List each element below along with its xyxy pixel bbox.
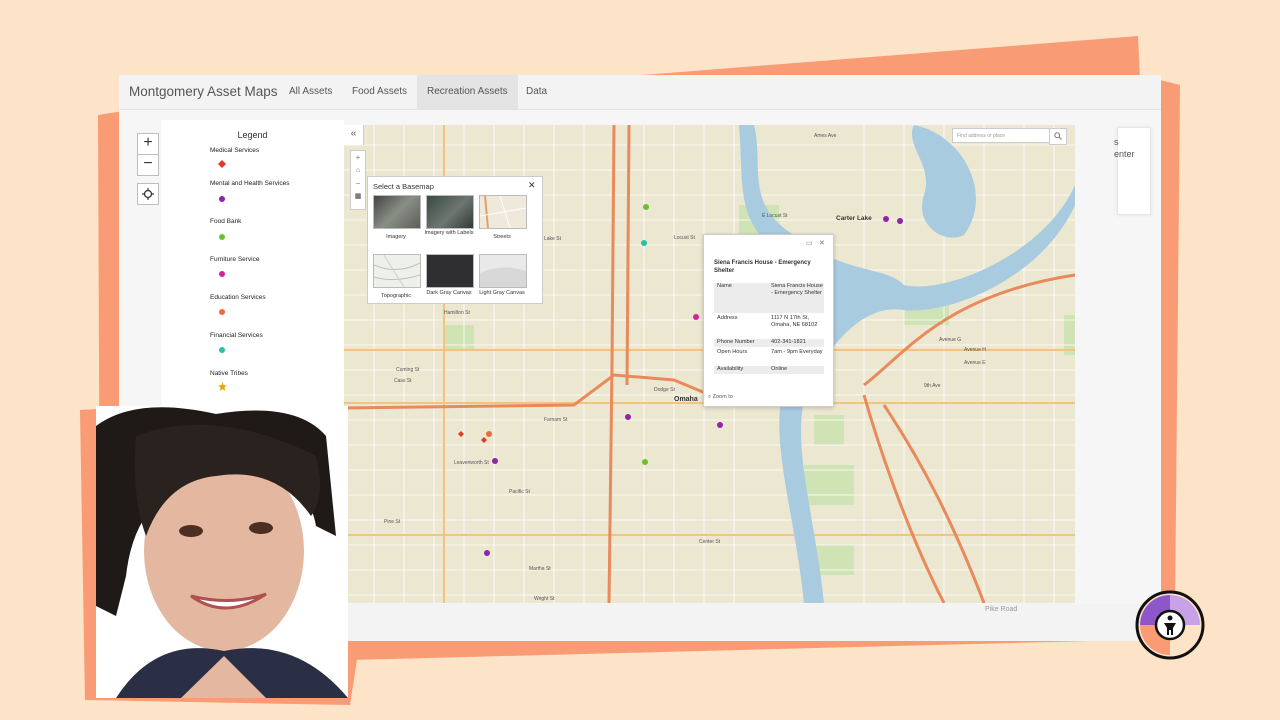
zoom-to-label: Zoom to [712, 394, 733, 400]
map-label-street: Avenue E [964, 360, 986, 366]
popup-key: Open Hours [717, 349, 748, 355]
basemap-label: Topographic [381, 293, 411, 299]
basemap-gallery: Select a Basemap ✕ Imagery Imagery with … [367, 176, 543, 304]
side-card-text-2: enter [1114, 149, 1135, 159]
tab-food-assets[interactable]: Food Assets [342, 75, 417, 109]
basemap-thumb-topographic[interactable] [373, 254, 421, 288]
search-input[interactable]: Find address or place [952, 128, 1064, 143]
mini-zoom-out-icon[interactable]: − [351, 177, 365, 190]
close-icon[interactable]: ✕ [819, 239, 825, 247]
tab-all-assets[interactable]: All Assets [279, 75, 342, 109]
map-label-street: Cuming St [396, 367, 420, 373]
basemap-thumb-imagery[interactable] [373, 195, 421, 229]
circle-marker-icon [219, 309, 225, 315]
map-label-street: Hamilton St [444, 310, 470, 316]
collapse-panel-button[interactable]: « [344, 125, 364, 145]
map-label-omaha: Omaha [674, 396, 698, 403]
legend-title: Legend [237, 130, 268, 140]
basemap-thumb-imagery-labels[interactable] [426, 195, 474, 229]
circle-marker-icon [219, 234, 225, 240]
map-label-street: Dodge St [654, 387, 675, 393]
legend-label-furniture: Furniture Service [210, 256, 260, 263]
basemap-thumb-light-gray[interactable] [479, 254, 527, 288]
popup-row: Name Siena Francis House - Emergency She… [714, 283, 824, 313]
map-label-street: Wright St [534, 596, 555, 602]
popup-value: 7am - 9pm Everyday [771, 349, 823, 355]
top-nav-bar: Montgomery Asset Maps All Assets Food As… [119, 75, 1161, 110]
map-label-street: Lake St [544, 236, 561, 242]
legend-label-mental-health: Mental and Health Services [210, 180, 290, 187]
popup-key: Address [717, 315, 738, 321]
map-mini-controls: + ⌂ − ▦ [350, 150, 366, 210]
map-label-street: Martha St [529, 566, 551, 572]
app-title: Montgomery Asset Maps [129, 84, 278, 99]
brand-logo [1135, 590, 1205, 660]
basemap-label: Imagery [386, 234, 406, 240]
magnifier-icon: ⌕ [708, 394, 712, 400]
popup-row: Phone Number 402-341-1821 [714, 339, 824, 347]
map-label-street: Cass St [394, 378, 412, 384]
map-label-street: Locust St [674, 235, 695, 241]
zoom-to-link[interactable]: ⌕ Zoom to [708, 394, 733, 401]
feature-popup: ▭ ✕ Siena Francis House - Emergency Shel… [703, 234, 834, 407]
map-label-street: Avenue H [964, 347, 986, 353]
popup-value: 402-341-1821 [771, 339, 806, 345]
circle-marker-icon [219, 347, 225, 353]
basemap-thumb-dark-gray[interactable] [426, 254, 474, 288]
popup-value: Siena Francis House - Emergency Shelter [771, 283, 823, 296]
basemap-label: Dark Gray Canvas [426, 290, 472, 296]
legend-label-education: Education Services [210, 294, 266, 301]
popup-row: Address 1117 N 17th St, Omaha, NE 68102 [714, 315, 824, 337]
popup-value: Online [771, 366, 788, 372]
close-icon[interactable]: ✕ [528, 180, 536, 191]
map-label-road: Pike Road [985, 606, 1018, 613]
locate-button[interactable] [137, 183, 159, 205]
legend-label-medical: Medical Services [210, 147, 260, 154]
presenter-photo [96, 406, 348, 698]
circle-marker-icon [219, 196, 225, 202]
tab-recreation-assets[interactable]: Recreation Assets [417, 75, 518, 109]
maximize-icon[interactable]: ▭ [806, 239, 813, 247]
basemap-label: Light Gray Canvas [479, 290, 525, 296]
mini-zoom-in-icon[interactable]: + [351, 151, 365, 164]
map-label-street: Pine St [384, 519, 401, 525]
popup-title: Siena Francis House - Emergency Shelter [714, 260, 811, 274]
circle-marker-icon [219, 271, 225, 277]
legend-label-native-tribes: Native Tribes [210, 370, 248, 377]
search-button[interactable] [1049, 128, 1067, 145]
map-label-street: Leavenworth St [454, 460, 489, 466]
map-label-street: Center St [699, 539, 721, 545]
zoom-in-button[interactable]: + [137, 133, 159, 155]
tab-data[interactable]: Data [516, 75, 557, 109]
map-label-street: E Locust St [762, 213, 788, 219]
map-label-carter-lake: Carter Lake [836, 215, 872, 222]
legend-label-food-bank: Food Bank [210, 218, 242, 225]
map-label-street: Farnam St [544, 417, 568, 423]
basemap-gallery-title: Select a Basemap [373, 182, 434, 191]
side-card-text-1: s [1114, 137, 1119, 147]
popup-row: Availability Online [714, 366, 824, 374]
home-icon[interactable]: ⌂ [351, 164, 365, 177]
crosshair-icon [142, 188, 154, 200]
legend-label-financial: Financial Services [210, 332, 263, 339]
side-card: s enter [1114, 127, 1151, 215]
map-label-street: Avenue G [939, 337, 962, 343]
map-label-street: 9th Ave [924, 383, 941, 389]
diamond-marker-icon [218, 160, 226, 168]
popup-row: Open Hours 7am - 9pm Everyday [714, 349, 824, 364]
map-label-street: Pacific St [509, 489, 530, 495]
legend-panel: Legend Medical Services Mental and Healt… [161, 120, 344, 420]
basemap-gallery-icon[interactable]: ▦ [351, 190, 365, 203]
popup-key: Name [717, 283, 732, 289]
popup-key: Availability [717, 366, 744, 372]
zoom-out-button[interactable]: − [137, 154, 159, 176]
search-icon [1054, 132, 1062, 140]
basemap-label: Imagery with Labels [424, 230, 474, 236]
popup-value: 1117 N 17th St, Omaha, NE 68102 [771, 315, 818, 328]
basemap-label: Streets [493, 234, 511, 240]
popup-key: Phone Number [717, 339, 755, 345]
basemap-thumb-streets[interactable] [479, 195, 527, 229]
star-marker-icon [218, 382, 227, 391]
map-label-street: Ames Ave [814, 133, 837, 139]
